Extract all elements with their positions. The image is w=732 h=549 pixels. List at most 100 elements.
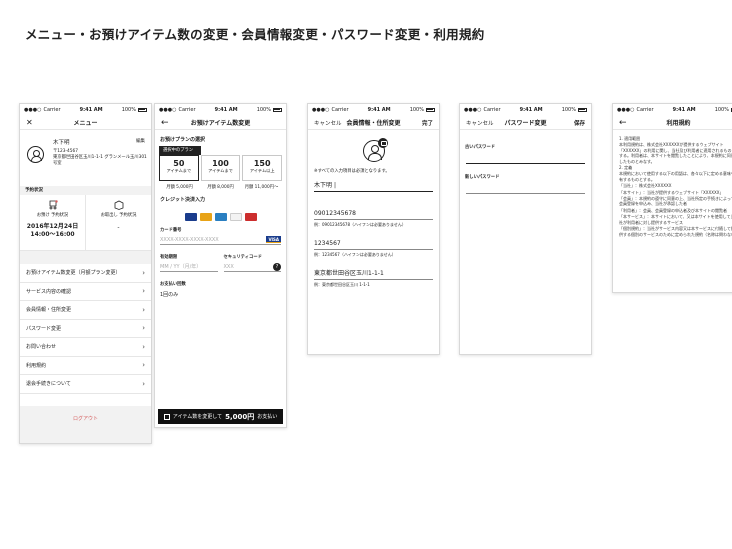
card-number-input[interactable]: XXXX-XXXX-XXXX-XXXX VISA [160, 235, 281, 245]
plan-navbar: ← お預けアイテム数変更 [155, 115, 286, 130]
installments-select[interactable]: 1回のみ [160, 289, 281, 299]
avatar-icon[interactable] [362, 138, 388, 162]
terms-paragraph: 「本サービス」：本サイトにおいて、又は本サイトを使用して当社が利用者に対し提供す… [619, 214, 732, 225]
new-password-input[interactable] [466, 182, 585, 194]
menu-item-label: サービス内容の確認 [26, 288, 72, 295]
visa-icon: VISA [266, 236, 281, 243]
menu-item-label: パスワード変更 [26, 325, 62, 332]
back-arrow-icon[interactable]: ← [619, 115, 627, 130]
cancel-button[interactable]: キャンセル [314, 115, 342, 130]
signal-icon: ●●●○ [464, 106, 482, 113]
status-bar: ●●●○ Carrier 9:41 AM 100% [20, 104, 151, 115]
battery-label: 100% [409, 106, 424, 113]
plan-price: 月額 11,000円〜 [244, 185, 279, 190]
menu-item-label: 利用規約 [26, 362, 47, 369]
time-label: 9:41 AM [672, 106, 696, 113]
change-and-pay-button[interactable]: アイテム数を変更して 5,000円 お支払い [158, 409, 283, 424]
name-field[interactable]: 木下明 | [314, 178, 433, 192]
postal-field[interactable]: 1234567 [314, 236, 433, 250]
plan-unit: アイテムまで [208, 168, 233, 173]
menu-item[interactable]: 利用規約 › [20, 357, 151, 375]
menu-item[interactable]: サービス内容の確認 › [20, 283, 151, 301]
terms-paragraph: 本規約において使用する以下の用語は、各々以下に定める意味を有するものとする。 [619, 171, 732, 182]
terms-paragraph: 「本サイト」：当社が提供するウェブサイト「XXXXXX」 [619, 189, 724, 195]
back-arrow-icon[interactable]: ← [161, 115, 169, 130]
phone-field[interactable]: 09012345678 [314, 206, 433, 220]
menu-item[interactable]: お問い合わせ › [20, 338, 151, 357]
battery-icon [425, 107, 435, 112]
postal-value: 1234567 [314, 240, 341, 247]
return-value: - [117, 224, 120, 231]
old-password-input[interactable] [466, 152, 585, 164]
menu-title: メニュー [73, 119, 98, 127]
chevron-right-icon: › [142, 305, 145, 314]
menu-item[interactable]: お預けアイテム数変更（月額プラン変更） › [20, 264, 151, 283]
done-button[interactable]: 完了 [422, 115, 433, 130]
address-text: 東京都世田谷区玉川1-1-1 グランメール玉川301号室 [53, 155, 147, 166]
pickup-label: お預け 予約状況 [36, 213, 69, 218]
save-button[interactable]: 保存 [574, 115, 585, 130]
menu-list: お預けアイテム数変更（月額プラン変更） › サービス内容の確認 › 会員情報・住所変更 ›… [20, 264, 151, 394]
plan-option-50[interactable]: 50 アイテムまで [159, 155, 199, 181]
terms-screen: ●●●○ Carrier 9:41 AM 100% ← 利用規約 1. 適用範囲本… [612, 103, 732, 293]
phone-value: 09012345678 [314, 210, 356, 217]
plan-option-150[interactable]: 150 アイテム以上 [242, 155, 283, 181]
pickup-datetime: 2016年12月24日 14:00〜16:00 [20, 223, 85, 239]
card-section-title: クレジット決済入力 [160, 197, 206, 203]
plan-title: お預けアイテム数変更 [190, 119, 251, 127]
new-password-label: 新しいパスワード [465, 175, 500, 180]
truck-icon [49, 200, 58, 210]
cvc-input[interactable]: XXX? [223, 262, 281, 272]
plan-selector: 選択中のプラン 50 アイテムまで 100 アイテムまで 150 アイテム以上 … [159, 146, 283, 190]
logout-button[interactable]: ログアウト [20, 405, 151, 432]
edit-link[interactable]: 編集 [136, 138, 145, 144]
menu-screen: ●●●○ Carrier 9:41 AM 100% ✕ メニュー 木下明 編集 〒… [19, 103, 152, 444]
carrier-label: Carrier [331, 106, 349, 113]
plan-option-100[interactable]: 100 アイテムまで [200, 155, 241, 181]
old-password-label: 古いパスワード [465, 145, 496, 150]
terms-title: 利用規約 [666, 119, 691, 127]
plan-count: 100 [212, 159, 229, 168]
cta-amount: 5,000円 [225, 412, 255, 421]
cancel-button[interactable]: キャンセル [466, 115, 494, 130]
expiry-placeholder: MM / YY（月/年） [160, 264, 202, 270]
cvc-placeholder: XXX [223, 263, 234, 270]
address-field[interactable]: 東京都世田谷区玉川1-1-1 [314, 266, 433, 280]
close-icon[interactable]: ✕ [26, 115, 33, 130]
help-icon[interactable]: ? [273, 262, 281, 271]
return-status[interactable]: お取出し 予約状況 - [85, 195, 151, 250]
menu-item[interactable]: 退会手続きについて › [20, 375, 151, 394]
box-icon [163, 413, 170, 420]
camera-icon[interactable] [377, 138, 388, 148]
plan-prices: 月額 5,000円 月額 8,000円 月額 11,000円〜 [159, 184, 282, 190]
plan-unit: アイテム以上 [249, 168, 275, 173]
status-bar: ●●●○ Carrier 9:41 AM 100% [308, 104, 439, 115]
mastercard-icon [199, 213, 212, 221]
signal-icon: ●●●○ [24, 106, 42, 113]
page-title: メニュー・お預けアイテム数の変更・会員情報変更・パスワード変更・利用規約 [25, 27, 485, 42]
battery-label: 100% [121, 106, 136, 113]
time-label: 9:41 AM [367, 106, 391, 113]
profile-name: 木下明 [53, 140, 70, 146]
battery-label: 100% [714, 106, 729, 113]
card-number-label: カード番号 [160, 228, 182, 233]
expiry-label: 有効期限 [160, 255, 178, 260]
signal-icon: ●●●○ [617, 106, 635, 113]
chevron-right-icon: › [142, 361, 145, 370]
menu-item[interactable]: パスワード変更 › [20, 320, 151, 338]
expiry-input[interactable]: MM / YY（月/年） [160, 262, 218, 272]
password-title: パスワード変更 [504, 119, 547, 127]
card-brands [155, 213, 286, 221]
address-help: 例：東京都世田谷区玉川 1-1-1 [314, 282, 370, 287]
terms-navbar: ← 利用規約 [613, 115, 732, 130]
plan-price: 月額 8,000円 [207, 185, 234, 190]
terms-paragraph: 1. 適用範囲 [619, 136, 641, 141]
plan-count: 50 [173, 159, 185, 168]
cta-suffix: お支払い [257, 414, 278, 420]
menu-item-label: 会員情報・住所変更 [26, 307, 72, 314]
box-icon [114, 200, 123, 210]
menu-item[interactable]: 会員情報・住所変更 › [20, 301, 151, 320]
battery-icon [577, 107, 587, 112]
pickup-status[interactable]: お預け 予約状況 2016年12月24日 14:00〜16:00 [20, 195, 85, 250]
plan-count: 150 [253, 159, 271, 168]
